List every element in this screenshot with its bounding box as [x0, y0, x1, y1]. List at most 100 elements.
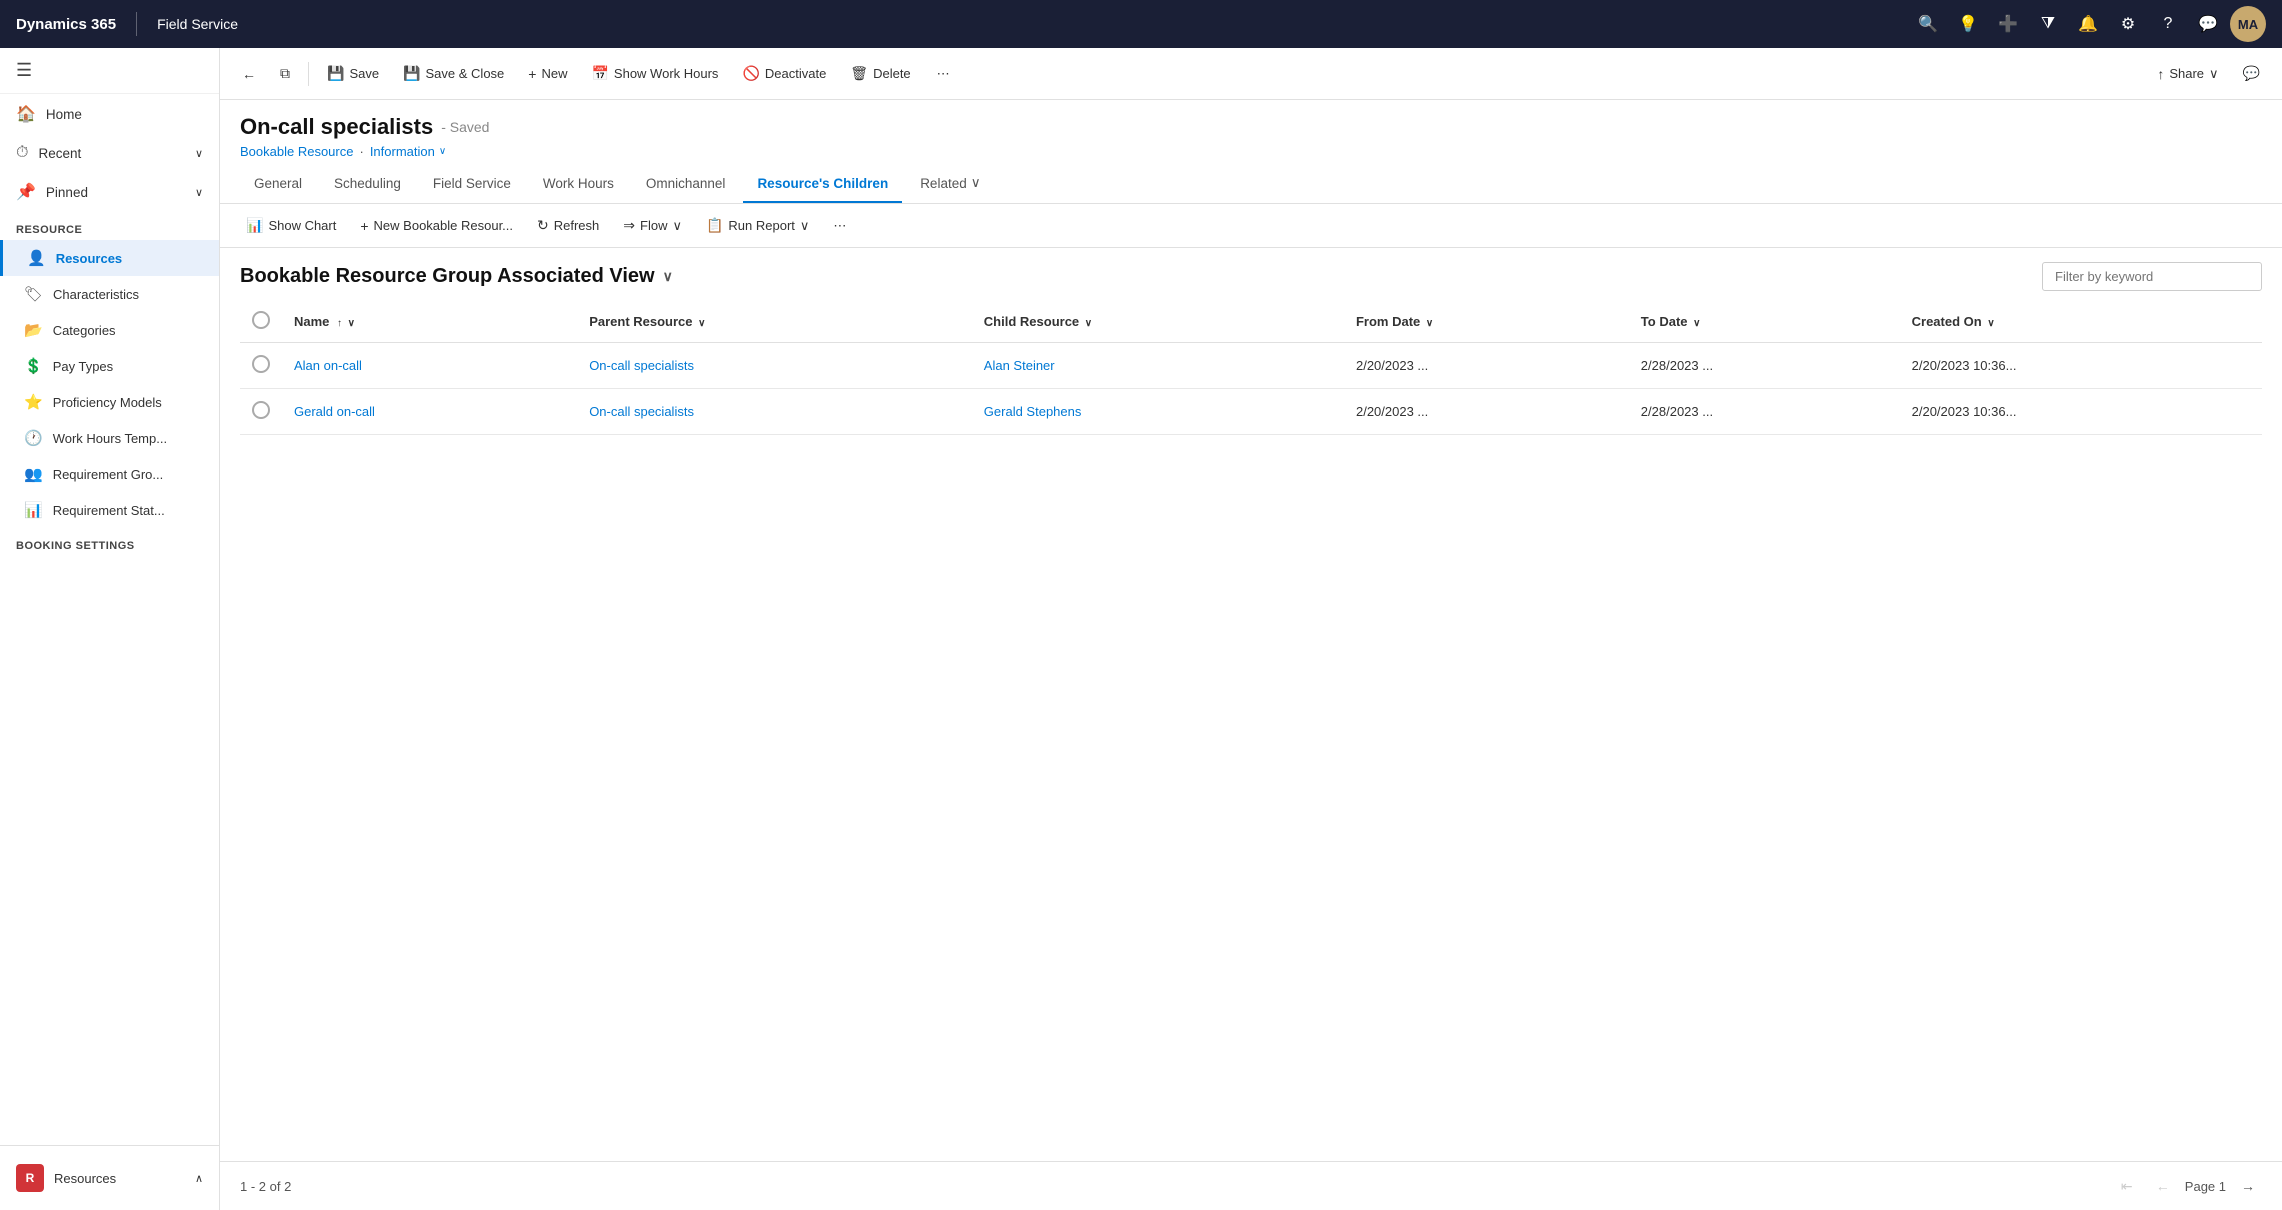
cell-parent-resource[interactable]: On-call specialists [577, 343, 972, 389]
tab-resources-children[interactable]: Resource's Children [743, 166, 902, 203]
tab-related[interactable]: Related ∨ [906, 165, 994, 203]
sidebar-item-proficiency-models[interactable]: ⭐ Proficiency Models [0, 384, 219, 420]
col-header-from-date[interactable]: From Date ∨ [1344, 301, 1629, 343]
popout-button[interactable]: ⧉ [270, 59, 300, 88]
back-button[interactable]: ← [232, 60, 266, 88]
requirement-gro-icon: 👥 [24, 465, 43, 483]
col-header-created-on[interactable]: Created On ∨ [1900, 301, 2262, 343]
settings-icon[interactable]: ⚙ [2110, 6, 2146, 42]
tab-scheduling[interactable]: Scheduling [320, 166, 415, 203]
sidebar-label-categories: Categories [53, 323, 116, 338]
show-chart-label: Show Chart [268, 218, 336, 233]
tab-field-service[interactable]: Field Service [419, 166, 525, 203]
select-all-header[interactable] [240, 301, 282, 343]
show-work-hours-button[interactable]: 📅 Show Work Hours [581, 59, 728, 88]
more-icon: ⋯ [937, 66, 950, 82]
delete-button[interactable]: 🗑 Delete [840, 59, 920, 88]
pay-types-icon: 💲 [24, 357, 43, 375]
pinned-chevron: ∨ [195, 186, 203, 199]
sidebar-item-resources[interactable]: 👤 Resources [0, 240, 219, 276]
row-checkbox-cell[interactable] [240, 389, 282, 435]
flow-button[interactable]: ⇒ Flow ∨ [613, 212, 692, 239]
feedback-icon[interactable]: 💬 [2190, 6, 2226, 42]
search-icon[interactable]: 🔍 [1910, 6, 1946, 42]
subbar-more-button[interactable]: ⋯ [823, 213, 856, 239]
tab-work-hours[interactable]: Work Hours [529, 166, 628, 203]
sidebar-item-characteristics[interactable]: 🏷 Characteristics [0, 276, 219, 312]
select-all-checkbox[interactable] [252, 311, 270, 329]
new-button[interactable]: + New [518, 60, 577, 88]
help-icon[interactable]: ? [2150, 6, 2186, 42]
col-header-to-date[interactable]: To Date ∨ [1629, 301, 1900, 343]
col-header-parent-resource[interactable]: Parent Resource ∨ [577, 301, 972, 343]
sidebar-item-requirement-stat[interactable]: 📊 Requirement Stat... [0, 492, 219, 528]
next-page-button[interactable]: → [2234, 1172, 2262, 1200]
show-work-hours-label: Show Work Hours [614, 66, 719, 81]
toolbar: ← ⧉ 💾 Save 💾 Save & Close + New 📅 Show W… [220, 48, 2282, 100]
related-chevron: ∨ [971, 175, 981, 191]
filter-icon[interactable]: ⧩ [2030, 6, 2066, 42]
cell-parent-resource[interactable]: On-call specialists [577, 389, 972, 435]
sidebar-item-recent[interactable]: ⏱ Recent ∨ [0, 134, 219, 172]
run-report-button[interactable]: 📋 Run Report ∨ [696, 212, 819, 239]
plus-icon[interactable]: ➕ [1990, 6, 2026, 42]
share-button[interactable]: ↑ Share ∨ [2147, 60, 2228, 88]
resources-icon: 👤 [27, 249, 46, 267]
sidebar-item-work-hours-temp[interactable]: 🕐 Work Hours Temp... [0, 420, 219, 456]
cell-name[interactable]: Alan on-call [282, 343, 577, 389]
brand-name[interactable]: Dynamics 365 [16, 16, 116, 33]
cell-child-resource[interactable]: Alan Steiner [972, 343, 1344, 389]
tab-general[interactable]: General [240, 166, 316, 203]
save-icon: 💾 [327, 65, 344, 82]
sidebar-label-work-hours-temp: Work Hours Temp... [53, 431, 167, 446]
run-report-icon: 📋 [706, 217, 723, 234]
subbar: 📊 Show Chart + New Bookable Resour... ↻ … [220, 204, 2282, 248]
recent-icon: ⏱ [16, 144, 28, 162]
row-checkbox-cell[interactable] [240, 343, 282, 389]
breadcrumb-bookable-resource[interactable]: Bookable Resource [240, 144, 353, 159]
chat-button[interactable]: 💬 [2233, 59, 2270, 88]
hamburger-menu[interactable]: ☰ [0, 48, 219, 94]
deactivate-button[interactable]: 🚫 Deactivate [732, 59, 836, 88]
cell-child-resource[interactable]: Gerald Stephens [972, 389, 1344, 435]
sidebar-footer-resources[interactable]: R Resources ∧ [0, 1154, 219, 1202]
pagination: ⇤ ← Page 1 → [2113, 1172, 2262, 1200]
row-checkbox[interactable] [252, 401, 270, 419]
user-avatar[interactable]: MA [2230, 6, 2266, 42]
view-title[interactable]: Bookable Resource Group Associated View … [240, 265, 673, 288]
created-on-chevron: ∨ [1987, 318, 1994, 329]
record-count: 1 - 2 of 2 [240, 1179, 291, 1194]
row-checkbox[interactable] [252, 355, 270, 373]
refresh-button[interactable]: ↻ Refresh [527, 212, 609, 239]
sidebar-item-requirement-gro[interactable]: 👥 Requirement Gro... [0, 456, 219, 492]
lightbulb-icon[interactable]: 💡 [1950, 6, 1986, 42]
first-page-button[interactable]: ⇤ [2113, 1172, 2141, 1200]
save-button[interactable]: 💾 Save [317, 59, 389, 88]
calendar-icon: 📅 [591, 65, 608, 82]
sidebar-item-home[interactable]: 🏠 Home [0, 94, 219, 134]
breadcrumb-information[interactable]: Information ∨ [370, 144, 446, 159]
sidebar-label-requirement-stat: Requirement Stat... [53, 503, 165, 518]
sidebar-label-pinned: Pinned [46, 185, 88, 200]
new-bookable-button[interactable]: + New Bookable Resour... [350, 213, 523, 239]
table-footer: 1 - 2 of 2 ⇤ ← Page 1 → [220, 1161, 2282, 1210]
page-title: On-call specialists [240, 114, 433, 140]
prev-page-button[interactable]: ← [2149, 1172, 2177, 1200]
child-resource-chevron: ∨ [1085, 318, 1092, 329]
more-options-button[interactable]: ⋯ [927, 60, 960, 88]
cell-name[interactable]: Gerald on-call [282, 389, 577, 435]
save-close-button[interactable]: 💾 Save & Close [393, 59, 514, 88]
sidebar-item-categories[interactable]: 📂 Categories [0, 312, 219, 348]
tab-omnichannel[interactable]: Omnichannel [632, 166, 740, 203]
bell-icon[interactable]: 🔔 [2070, 6, 2106, 42]
col-header-name[interactable]: Name ↑ ∨ [282, 301, 577, 343]
filter-input[interactable] [2042, 262, 2262, 291]
cell-to-date: 2/28/2023 ... [1629, 389, 1900, 435]
sidebar-item-pinned[interactable]: 📌 Pinned ∨ [0, 172, 219, 212]
page-header: On-call specialists - Saved Bookable Res… [220, 100, 2282, 159]
sidebar-item-pay-types[interactable]: 💲 Pay Types [0, 348, 219, 384]
show-chart-button[interactable]: 📊 Show Chart [236, 212, 346, 239]
col-header-child-resource[interactable]: Child Resource ∨ [972, 301, 1344, 343]
name-sort-icon: ↑ [337, 318, 342, 329]
share-chevron: ∨ [2209, 66, 2219, 82]
